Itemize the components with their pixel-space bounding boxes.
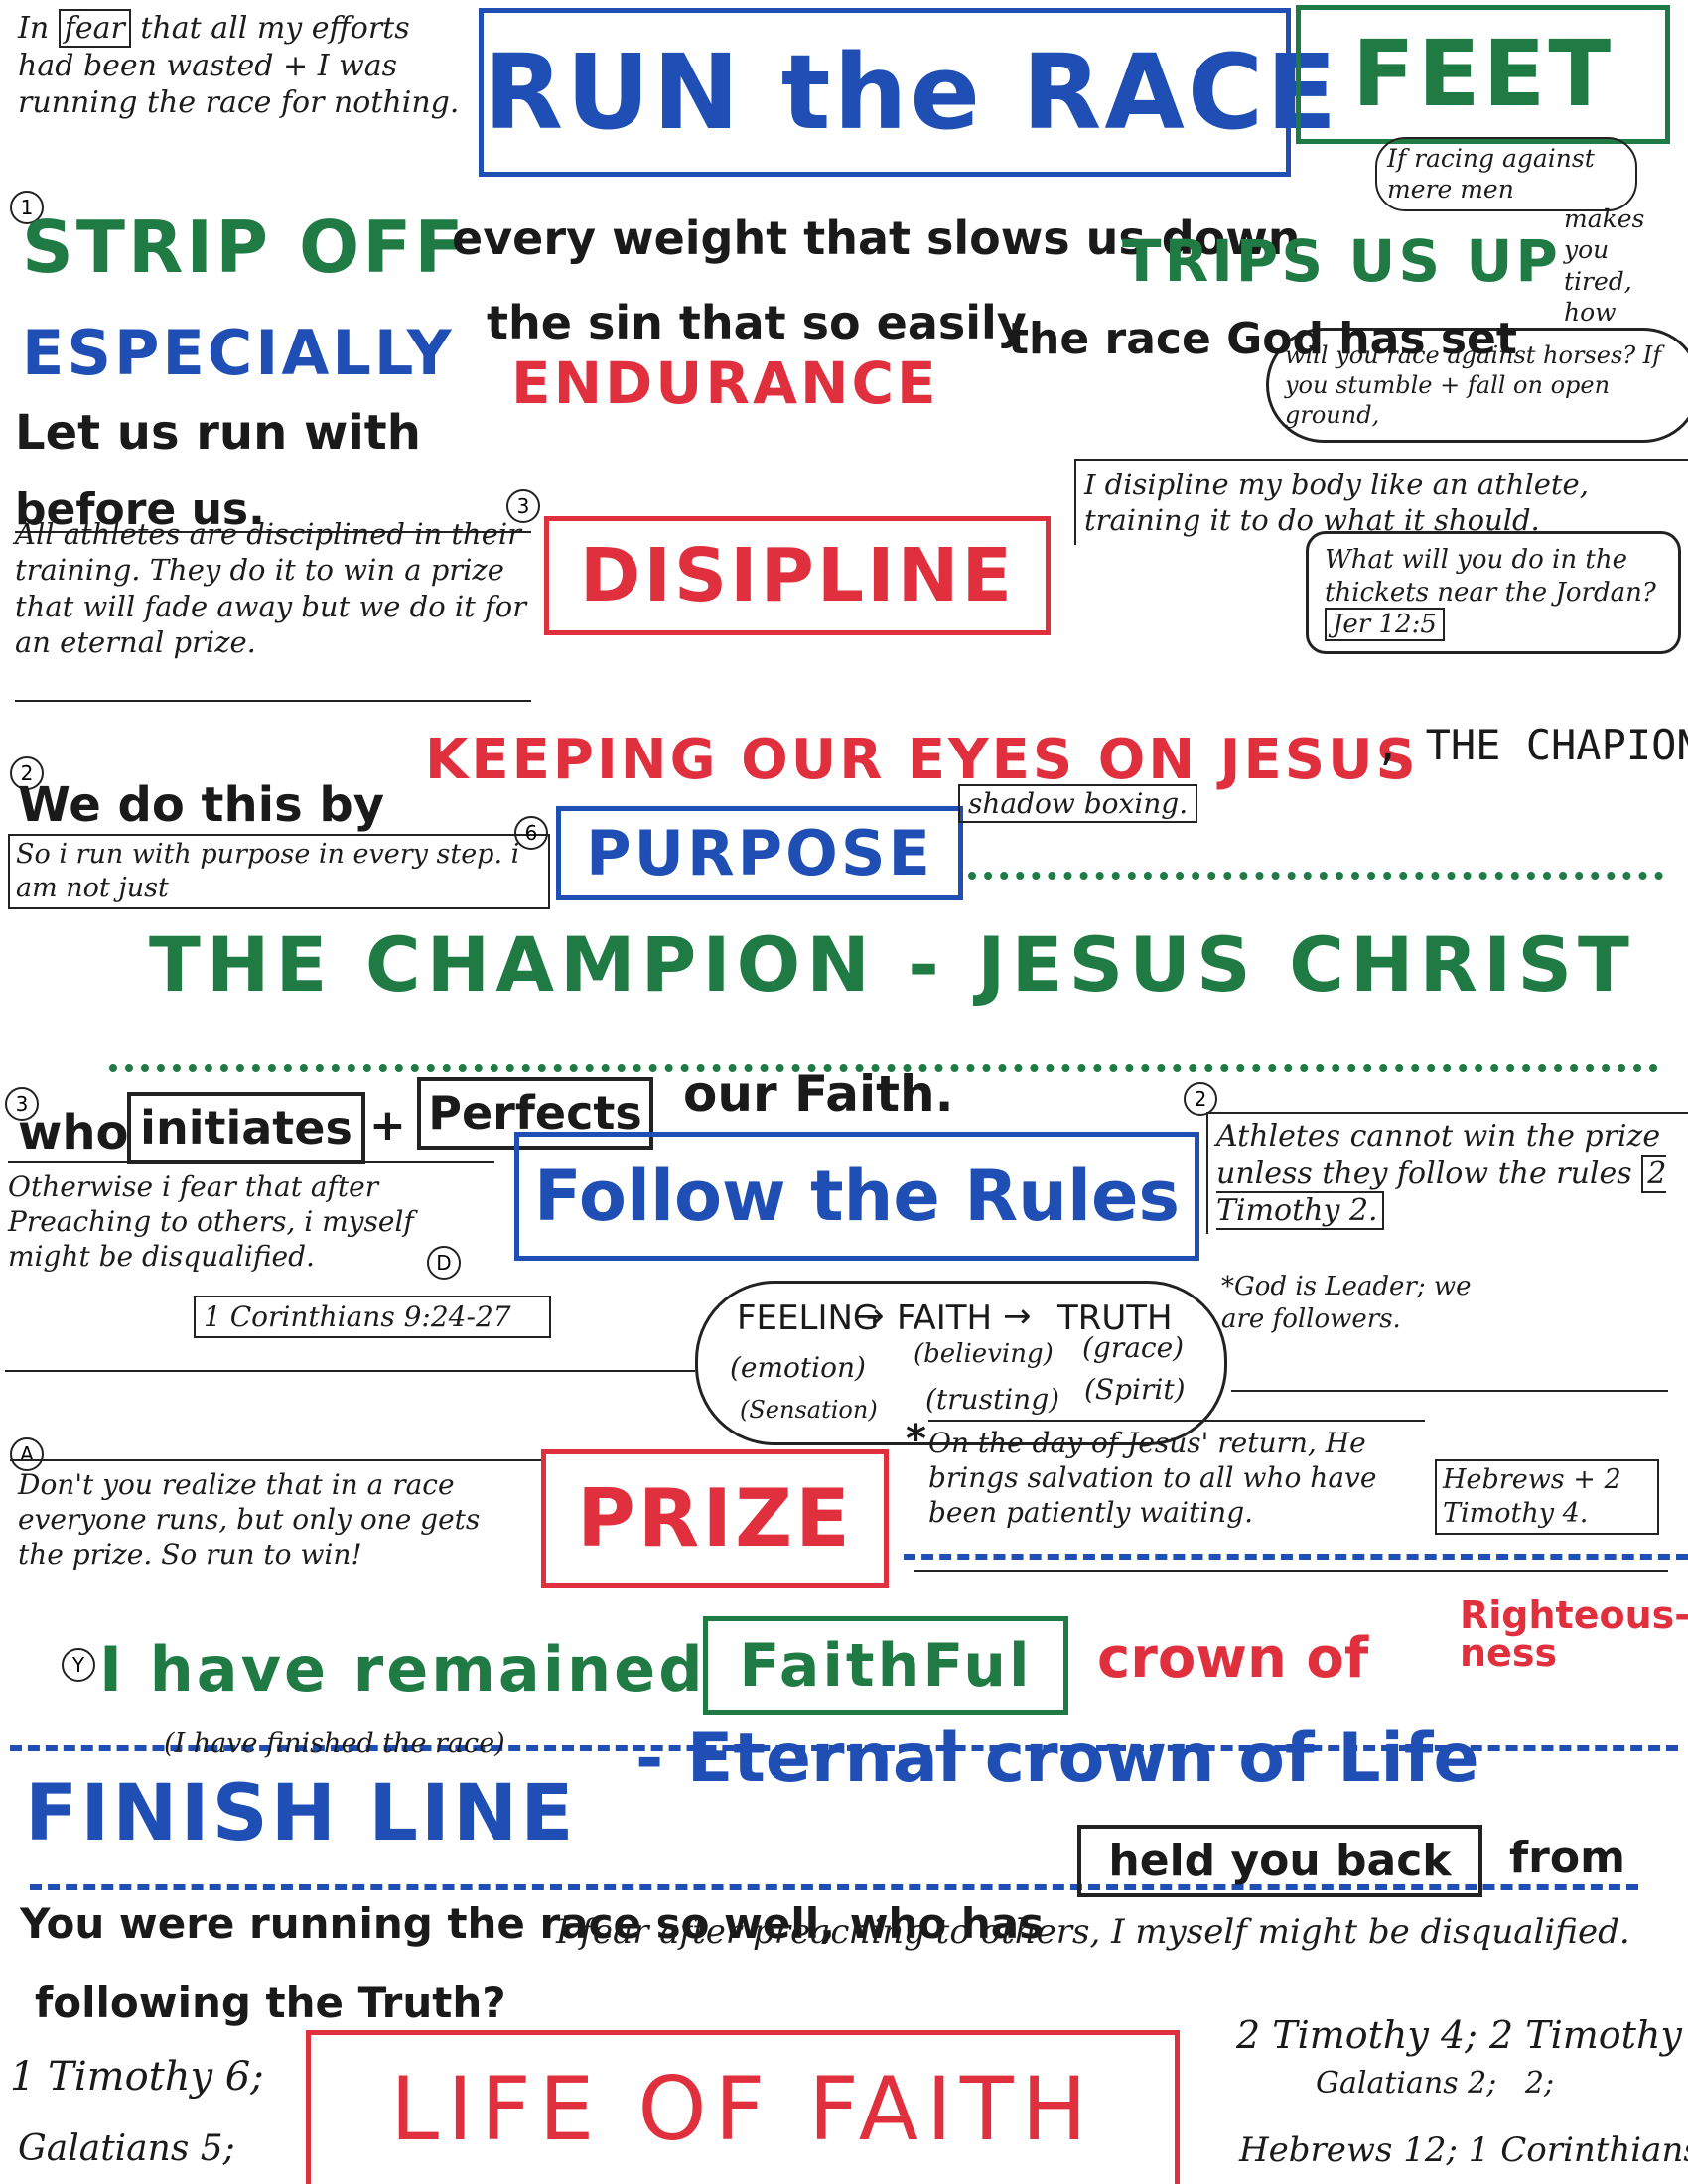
- finished-race-note: (I have finished the race): [164, 1728, 505, 1759]
- step-number-6: 6: [514, 816, 548, 850]
- right-refs-1: 2 Timothy 4; 2 Timothy: [1236, 2013, 1682, 2057]
- righteousness-text: Righteous-ness: [1460, 1593, 1688, 1675]
- letter-d-marker: D: [427, 1246, 461, 1280]
- athletes-cannot-note: Athletes cannot win the prize unless the…: [1206, 1112, 1688, 1234]
- divider-discipline-bottom: [15, 700, 531, 702]
- left-refs-2: Galatians 5;: [18, 2128, 235, 2169]
- faith-label: FAITH: [897, 1298, 993, 1338]
- arrow-icon-1: →: [856, 1297, 885, 1336]
- right-refs-2: Galatians 2; 2;: [1316, 2066, 1555, 2101]
- emotion-label: (emotion): [730, 1351, 866, 1384]
- held-back-box: held you back: [1077, 1825, 1482, 1897]
- hebrews-timothy-ref: Hebrews + 2 Timothy 4.: [1435, 1459, 1659, 1535]
- who-text: who: [18, 1105, 129, 1160]
- divider-prize-bottom: [914, 1570, 1668, 1572]
- plus-sign: +: [369, 1100, 406, 1151]
- dotted-divider-top: [968, 872, 1663, 880]
- dashed-divider-top: [904, 1554, 1688, 1560]
- right-refs-3: Hebrews 12; 1 Corinthians 9: [1239, 2130, 1688, 2170]
- strip-off-heading: STRIP OFF: [22, 205, 467, 289]
- corinthians-ref: 1 Corinthians 9:24-27: [194, 1296, 551, 1338]
- let-us-run-text: Let us run with: [15, 405, 421, 461]
- page-title: RUN the RACE: [479, 8, 1336, 177]
- faithful-box: FaithFul: [703, 1616, 1068, 1715]
- realize-note: Don't you realize that in a race everyon…: [10, 1459, 544, 1577]
- trips-us-up-text: TRIPS US UP: [1122, 227, 1561, 295]
- god-leader-note: *God is Leader; we are followers.: [1221, 1272, 1472, 1334]
- trusting-label: (trusting): [925, 1383, 1060, 1416]
- run-purpose-note: So i run with purpose in every step. i a…: [8, 834, 550, 909]
- spirit-label: (Spirit): [1084, 1373, 1186, 1406]
- athletes-disciplined-note: All athletes are disciplined in their tr…: [15, 517, 527, 659]
- racing-men-note: If racing against mere men: [1375, 137, 1637, 211]
- crown-of-text: crown of: [1097, 1626, 1369, 1691]
- endurance-heading: ENDURANCE: [511, 349, 939, 417]
- our-faith-text: our Faith.: [683, 1065, 954, 1123]
- divider-rules-right: [1231, 1390, 1668, 1392]
- thickets-note: What will you do in the thickets near th…: [1306, 531, 1681, 654]
- finish-line-heading: FINISH LINE: [25, 1769, 577, 1858]
- remained-text: I have remained: [99, 1633, 706, 1706]
- purpose-heading: PURPOSE: [556, 806, 963, 900]
- arrow-icon-2: →: [1003, 1297, 1032, 1336]
- eternal-crown-text: - Eternal crown of Life: [635, 1719, 1479, 1798]
- life-of-faith-heading: LIFE OF FAITH: [306, 2030, 1180, 2184]
- we-do-this-text: We do this by: [18, 777, 385, 833]
- especially-heading: ESPECIALLY: [22, 317, 455, 389]
- champion-heading: THE CHAMPION - JESUS CHRIST: [149, 920, 1635, 1009]
- jer-ref: Jer 12:5: [1325, 608, 1445, 641]
- divider-rules-bottom: [5, 1370, 695, 1372]
- prize-heading: PRIZE: [541, 1449, 889, 1588]
- believing-label: (believing): [914, 1339, 1054, 1369]
- step-number-2b: 2: [1184, 1082, 1217, 1116]
- the-champion-text: , THE CHAPION: [1375, 721, 1688, 769]
- star-marker: *: [906, 1417, 926, 1462]
- following-truth-text: following the Truth?: [35, 1979, 506, 2027]
- race-god-text: the race God has set: [1008, 314, 1517, 364]
- otherwise-note: Otherwise i fear that after Preaching to…: [8, 1161, 494, 1274]
- letter-y-marker: Y: [62, 1648, 95, 1682]
- sensation-label: (Sensation): [740, 1396, 878, 1424]
- follow-rules-heading: Follow the Rules: [514, 1132, 1199, 1261]
- fear-word-box: fear: [58, 9, 131, 48]
- initiates-box: initiates: [127, 1092, 365, 1164]
- sin-text: the sin that so easily: [487, 296, 1027, 349]
- feet-label: FEET: [1296, 5, 1670, 144]
- shadow-boxing-note: shadow boxing.: [958, 784, 1198, 823]
- left-refs-1: 1 Timothy 6;: [10, 2054, 264, 2100]
- grace-label: (grace): [1082, 1331, 1185, 1364]
- discipline-heading: DISIPLINE: [544, 516, 1051, 635]
- fear-after-note: I fear after preaching to others, I myse…: [556, 1912, 1630, 1952]
- step-number-3: 3: [506, 489, 540, 523]
- day-of-return-note: On the day of Jesus' return, He brings s…: [928, 1420, 1425, 1530]
- from-text: from: [1509, 1833, 1625, 1883]
- keeping-eyes-heading: KEEPING OUR EYES ON JESUS: [425, 728, 1419, 792]
- fear-note: In fear that all my efforts had been was…: [18, 9, 460, 120]
- makes-tired-note: makes you tired, how: [1564, 205, 1645, 327]
